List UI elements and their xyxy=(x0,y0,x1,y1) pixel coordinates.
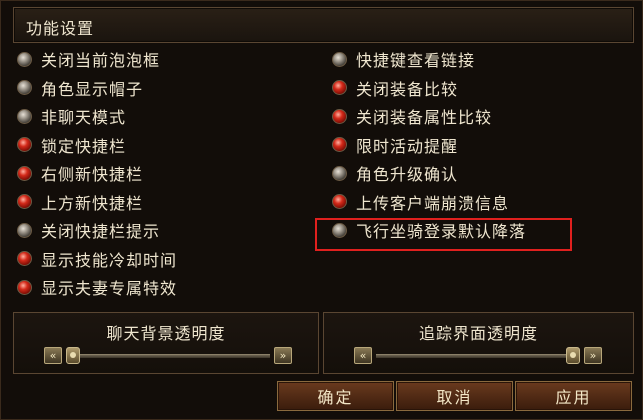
radio-icon[interactable] xyxy=(17,194,32,210)
radio-icon[interactable] xyxy=(332,108,347,124)
double-left-arrow-icon[interactable]: « xyxy=(44,347,62,364)
chat-bg-opacity-panel: 聊天背景透明度 « » xyxy=(13,312,319,374)
window-title: 功能设置 xyxy=(26,19,95,38)
radio-icon[interactable] xyxy=(17,137,32,153)
radio-icon[interactable] xyxy=(332,137,347,153)
radio-icon[interactable] xyxy=(17,80,32,96)
option-couple-effect[interactable]: 显示夫妻专属特效 xyxy=(17,273,177,302)
option-lock-hotbar[interactable]: 锁定快捷栏 xyxy=(17,131,177,160)
option-upload-crash[interactable]: 上传客户端崩溃信息 xyxy=(332,188,526,217)
slider-title: 追踪界面透明度 xyxy=(418,324,538,343)
slider-title: 聊天背景透明度 xyxy=(106,324,226,343)
double-right-arrow-icon[interactable]: » xyxy=(274,347,292,364)
option-hotkey-link[interactable]: 快捷键查看链接 xyxy=(332,45,526,74)
chat-bg-opacity-slider[interactable]: « » xyxy=(44,347,292,365)
option-label: 快捷键查看链接 xyxy=(356,51,476,71)
radio-icon[interactable] xyxy=(17,279,32,295)
apply-button[interactable]: 应用 xyxy=(515,381,632,411)
options-left-column: 关闭当前泡泡框 角色显示帽子 非聊天模式 锁定快捷栏 右侧新快捷栏 上方新快捷栏 xyxy=(17,45,177,302)
option-top-hotbar[interactable]: 上方新快捷栏 xyxy=(17,188,177,217)
tracking-opacity-slider[interactable]: « » xyxy=(354,347,602,365)
option-label: 关闭当前泡泡框 xyxy=(41,51,161,71)
option-non-chat-mode[interactable]: 非聊天模式 xyxy=(17,102,177,131)
option-label: 显示技能冷却时间 xyxy=(41,250,178,270)
option-label: 上方新快捷栏 xyxy=(41,193,144,213)
option-label: 限时活动提醒 xyxy=(356,136,459,156)
options-panel: 关闭当前泡泡框 角色显示帽子 非聊天模式 锁定快捷栏 右侧新快捷栏 上方新快捷栏 xyxy=(7,45,635,303)
double-right-arrow-icon[interactable]: » xyxy=(584,347,602,364)
radio-icon[interactable] xyxy=(17,222,32,238)
option-label: 关闭装备比较 xyxy=(356,79,459,99)
option-close-attr-compare[interactable]: 关闭装备属性比较 xyxy=(332,102,526,131)
radio-icon[interactable] xyxy=(17,108,32,124)
highlight-box xyxy=(315,218,572,251)
settings-window: 功能设置 关闭当前泡泡框 角色显示帽子 非聊天模式 锁定快捷栏 右侧新快捷栏 上… xyxy=(0,0,643,420)
option-label: 非聊天模式 xyxy=(41,108,127,128)
radio-icon[interactable] xyxy=(17,251,32,267)
radio-icon[interactable] xyxy=(332,165,347,181)
slider-thumb[interactable] xyxy=(66,347,80,364)
option-skill-cooldown[interactable]: 显示技能冷却时间 xyxy=(17,245,177,274)
ok-button[interactable]: 确定 xyxy=(277,381,394,411)
option-label: 角色显示帽子 xyxy=(41,79,144,99)
tracking-opacity-panel: 追踪界面透明度 « » xyxy=(323,312,634,374)
option-label: 角色升级确认 xyxy=(356,165,459,185)
option-label: 上传客户端崩溃信息 xyxy=(356,193,510,213)
option-close-hotbar-tip[interactable]: 关闭快捷栏提示 xyxy=(17,216,177,245)
option-close-bubble[interactable]: 关闭当前泡泡框 xyxy=(17,45,177,74)
option-label: 关闭装备属性比较 xyxy=(356,108,493,128)
option-show-hat[interactable]: 角色显示帽子 xyxy=(17,74,177,103)
radio-icon[interactable] xyxy=(17,165,32,181)
slider-thumb[interactable] xyxy=(566,347,580,364)
slider-rail[interactable] xyxy=(376,354,580,358)
options-right-column: 快捷键查看链接 关闭装备比较 关闭装备属性比较 限时活动提醒 角色升级确认 上传… xyxy=(332,45,526,245)
option-label: 右侧新快捷栏 xyxy=(41,165,144,185)
radio-icon[interactable] xyxy=(332,194,347,210)
double-left-arrow-icon[interactable]: « xyxy=(354,347,372,364)
option-event-reminder[interactable]: 限时活动提醒 xyxy=(332,131,526,160)
radio-icon[interactable] xyxy=(17,51,32,67)
option-close-equip-compare[interactable]: 关闭装备比较 xyxy=(332,74,526,103)
option-levelup-confirm[interactable]: 角色升级确认 xyxy=(332,159,526,188)
title-bar: 功能设置 xyxy=(13,7,634,43)
option-label: 关闭快捷栏提示 xyxy=(41,222,161,242)
slider-rail[interactable] xyxy=(66,354,270,358)
option-right-hotbar[interactable]: 右侧新快捷栏 xyxy=(17,159,177,188)
cancel-button[interactable]: 取消 xyxy=(396,381,513,411)
option-label: 锁定快捷栏 xyxy=(41,136,127,156)
option-label: 显示夫妻专属特效 xyxy=(41,279,178,299)
radio-icon[interactable] xyxy=(332,80,347,96)
radio-icon[interactable] xyxy=(332,51,347,67)
